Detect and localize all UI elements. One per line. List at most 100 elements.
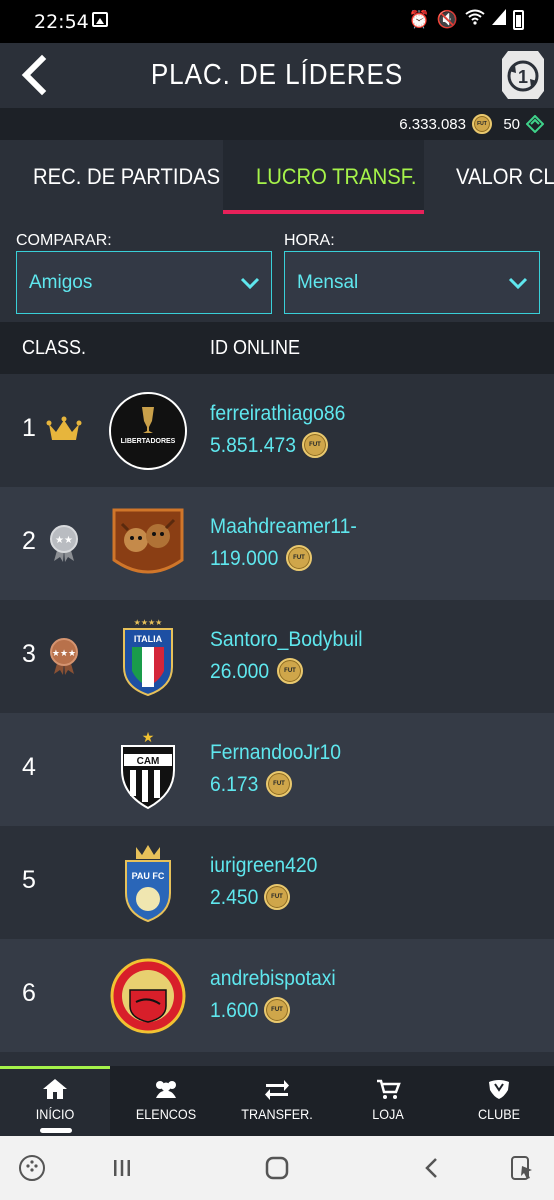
currency-bar: 6.333.083 FUT 50 (0, 108, 554, 140)
pau-fc-text: PAU FC (132, 871, 165, 881)
status-time: 22:54 (34, 11, 89, 33)
nav-indicator-pill (40, 1128, 72, 1133)
club-icon (489, 1080, 509, 1099)
table-row[interactable]: 3 ★★★ ★★★★ ITALIA Santoro_Bodybuil 26.00… (0, 600, 554, 713)
active-nav-indicator (0, 1066, 110, 1069)
points-balance: 50 (503, 116, 520, 133)
player-name: Maahdreamer11- (210, 515, 357, 538)
tab-match-record[interactable]: REC. DE PARTIDAS (33, 164, 220, 190)
coins-balance: 6.333.083 (399, 116, 466, 133)
libertadores-badge: LIBERTADORES (109, 392, 187, 470)
battery-icon (513, 10, 524, 30)
rank-number: 2 (22, 527, 36, 555)
coin-icon: FUT (286, 545, 312, 571)
profit-amount: 26.000 (210, 660, 270, 683)
signal-icon (492, 9, 506, 31)
coin-icon: FUT (264, 997, 290, 1023)
profit-amount: 6.173 (210, 773, 259, 796)
game-launcher-icon[interactable] (18, 1154, 46, 1182)
table-row[interactable]: 4 ★ CAM FernandooJr10 6.173 FUT (0, 713, 554, 826)
status-bar: 22:54 ⏰ 🔇 (0, 0, 554, 43)
player-name: andrebispotaxi (210, 967, 336, 990)
nav-squads[interactable]: ELENCOS (111, 1066, 221, 1136)
app-header: PLAC. DE LÍDERES 1 (0, 43, 554, 108)
chevron-down-icon (240, 277, 260, 290)
rank-number: 5 (22, 866, 36, 894)
home-button-icon[interactable] (263, 1154, 291, 1182)
transfer-arrows-icon (265, 1080, 289, 1100)
coin-icon: FUT (472, 114, 492, 134)
leaderboard-list: 1 LIBERTADORES ferreirathiago86 5.851.47… (0, 374, 554, 1052)
time-dropdown[interactable]: Mensal (284, 251, 540, 314)
table-row[interactable]: 1 LIBERTADORES ferreirathiago86 5.851.47… (0, 374, 554, 487)
time-label: HORA: (284, 232, 335, 249)
italia-badge: ★★★★ ITALIA (123, 618, 173, 697)
rank-number: 1 (22, 414, 36, 442)
cart-icon (377, 1079, 401, 1099)
nav-home-label: INÍCIO (35, 1106, 75, 1122)
column-online-id: ID ONLINE (210, 337, 301, 359)
nav-store[interactable]: LOJA (333, 1066, 443, 1136)
coin-icon: FUT (277, 658, 303, 684)
alarm-icon: ⏰ (408, 10, 430, 30)
player-name: iurigreen420 (210, 854, 318, 877)
atletico-mineiro-badge: ★ CAM (121, 730, 175, 810)
crown-icon (46, 416, 82, 440)
tab-transfer-profit[interactable]: LUCRO TRANSF. (256, 164, 416, 190)
nav-home[interactable]: INÍCIO (0, 1066, 110, 1136)
pau-fc-badge: PAU FC (125, 845, 171, 923)
player-name: Santoro_Bodybuil (210, 628, 363, 651)
back-button-icon[interactable] (418, 1154, 446, 1182)
libertadores-text: LIBERTADORES (121, 438, 176, 445)
bottom-navigation: INÍCIO ELENCOS TRANSFER. LOJA CLUBE (0, 1066, 554, 1136)
season-objectives-icon[interactable]: 1 (500, 47, 546, 103)
coin-icon: FUT (264, 884, 290, 910)
leaderboard-tabs: REC. DE PARTIDAS LUCRO TRANSF. VALOR CLU… (0, 140, 554, 214)
recent-apps-icon[interactable] (108, 1154, 136, 1182)
profit-amount: 2.450 (210, 886, 259, 909)
status-icons: ⏰ 🔇 (409, 9, 524, 31)
filters-panel: COMPARAR: Amigos HORA: Mensal (0, 214, 554, 322)
system-navigation-bar (0, 1136, 554, 1200)
player-name: ferreirathiago86 (210, 402, 346, 425)
nav-club[interactable]: CLUBE (444, 1066, 554, 1136)
assistant-icon[interactable] (508, 1154, 536, 1182)
tab-club-value[interactable]: VALOR CLUBE (456, 164, 554, 190)
mute-icon: 🔇 (436, 10, 458, 30)
squads-icon (156, 1081, 176, 1098)
rank-number: 4 (22, 753, 36, 781)
nav-transfers[interactable]: TRANSFER. (222, 1066, 332, 1136)
svg-text:★: ★ (142, 730, 155, 745)
fifa-points-icon (526, 115, 544, 133)
rank-number: 3 (22, 640, 36, 668)
column-rank: CLASS. (22, 337, 87, 359)
svg-text:★★★★: ★★★★ (134, 618, 163, 627)
season-number: 1 (518, 67, 528, 87)
table-header: CLASS. ID ONLINE (0, 322, 554, 374)
compare-label: COMPARAR: (16, 232, 112, 249)
table-row[interactable]: 2 ★★ Maahdreamer11- 119.000 FUT (0, 487, 554, 600)
time-value: Mensal (297, 272, 359, 293)
profit-amount: 1.600 (210, 999, 259, 1022)
chevron-down-icon (508, 277, 528, 290)
bronze-medal-icon: ★★★ (50, 638, 78, 675)
compare-dropdown[interactable]: Amigos (16, 251, 272, 314)
table-row[interactable]: 5 PAU FC iurigreen420 2.450 FUT (0, 826, 554, 939)
nav-transfers-label: TRANSFER. (241, 1106, 313, 1122)
profit-amount: 5.851.473 (210, 434, 296, 457)
cam-text: CAM (137, 756, 160, 767)
table-row[interactable]: 6 andrebispotaxi 1.600 FUT (0, 939, 554, 1052)
nav-club-label: CLUBE (477, 1106, 521, 1122)
manchester-united-badge (110, 958, 186, 1034)
silver-medal-icon: ★★ (50, 525, 78, 562)
italia-text: ITALIA (134, 634, 163, 644)
custom-crest-badge (112, 508, 184, 574)
coin-icon: FUT (266, 771, 292, 797)
nav-store-label: LOJA (372, 1106, 404, 1122)
rank-number: 6 (22, 979, 36, 1007)
player-name: FernandooJr10 (210, 741, 342, 764)
home-icon (43, 1079, 67, 1099)
svg-text:★★: ★★ (55, 535, 73, 546)
page-title: PLAC. DE LÍDERES (150, 59, 404, 91)
wifi-icon (465, 9, 485, 31)
